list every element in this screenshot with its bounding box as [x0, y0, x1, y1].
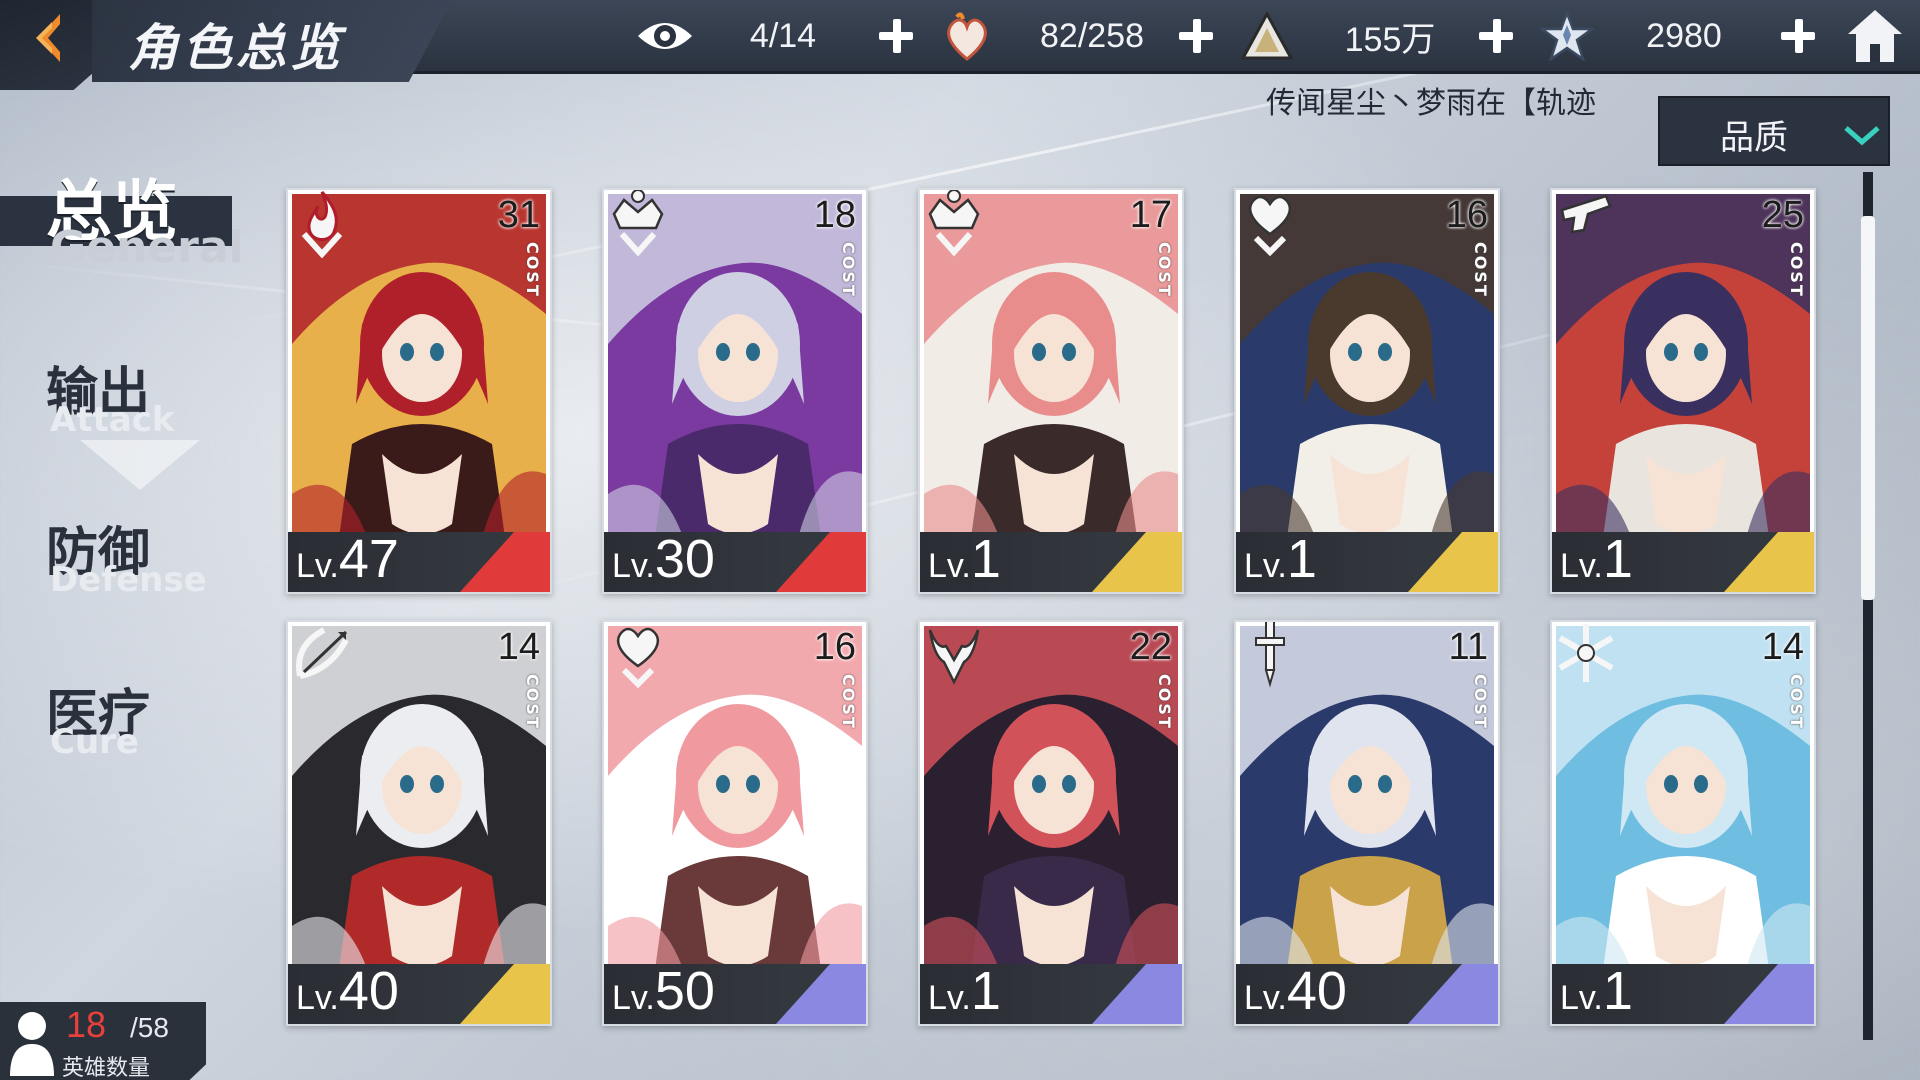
card-level: Lv.30 — [612, 528, 715, 590]
level-number: 40 — [1286, 961, 1347, 1021]
level-bar: Lv.1 — [920, 961, 1182, 1024]
level-bar: Lv.47 — [288, 529, 550, 592]
card-cost: 11 — [1448, 626, 1488, 668]
rarity-stripe — [1724, 964, 1814, 1024]
card-level: Lv.1 — [1560, 960, 1633, 1022]
card-level: Lv.1 — [1560, 528, 1633, 590]
hero-count-current: 18 — [66, 1004, 107, 1045]
character-grid: 31 COST Lv.47 18 COST Lv.30 17 COST Lv.1 16 COST Lv… — [0, 0, 1920, 1080]
level-bar: Lv.40 — [1236, 961, 1498, 1024]
person-icon — [10, 1012, 54, 1076]
level-number: 50 — [654, 961, 715, 1021]
crown-emblem-icon — [928, 190, 980, 257]
level-bar: Lv.40 — [288, 961, 550, 1024]
card-cost-label: COST — [839, 242, 858, 298]
character-card[interactable]: 11 COST Lv.40 — [1234, 620, 1500, 1026]
rarity-stripe — [460, 532, 550, 592]
gun-emblem-icon — [1560, 194, 1612, 234]
card-cost: 18 — [813, 194, 856, 236]
level-number: 1 — [1602, 961, 1633, 1021]
level-prefix: Lv. — [612, 979, 655, 1017]
character-card[interactable]: 17 COST Lv.1 — [918, 188, 1184, 594]
card-cost-label: COST — [1787, 242, 1806, 298]
level-number: 1 — [1602, 529, 1633, 589]
level-prefix: Lv. — [1244, 547, 1287, 585]
character-card[interactable]: 16 COST Lv.50 — [602, 620, 868, 1026]
heart-emblem-icon — [1249, 195, 1291, 257]
heart-emblem-icon — [617, 627, 659, 689]
level-number: 40 — [338, 961, 399, 1021]
character-card[interactable]: 22 COST Lv.1 — [918, 620, 1184, 1026]
card-cost-label: COST — [523, 674, 542, 730]
character-card[interactable]: 18 COST Lv.30 — [602, 188, 868, 594]
snowflake-emblem-icon — [1558, 624, 1614, 682]
level-bar: Lv.1 — [920, 529, 1182, 592]
level-prefix: Lv. — [296, 979, 339, 1017]
rarity-stripe — [1724, 532, 1814, 592]
level-prefix: Lv. — [1244, 979, 1287, 1017]
sword-emblem-icon — [1255, 622, 1285, 688]
character-card[interactable]: 14 COST Lv.40 — [286, 620, 552, 1026]
level-number: 1 — [1286, 529, 1317, 589]
rarity-stripe — [1092, 532, 1182, 592]
card-cost: 22 — [1129, 626, 1172, 668]
card-cost-label: COST — [1155, 674, 1174, 730]
hero-count-max: /58 — [130, 1012, 169, 1043]
hero-count-label: 英雄数量 — [62, 1056, 151, 1080]
level-prefix: Lv. — [928, 979, 971, 1017]
card-level: Lv.47 — [296, 528, 399, 590]
level-bar: Lv.1 — [1552, 529, 1814, 592]
card-cost: 16 — [813, 626, 856, 668]
level-number: 1 — [970, 529, 1001, 589]
card-cost-label: COST — [1471, 242, 1490, 298]
character-card[interactable]: 16 COST Lv.1 — [1234, 188, 1500, 594]
rarity-stripe — [460, 964, 550, 1024]
card-cost-label: COST — [1155, 242, 1174, 298]
character-card[interactable]: 31 COST Lv.47 — [286, 188, 552, 594]
level-prefix: Lv. — [1560, 979, 1603, 1017]
card-level: Lv.1 — [1244, 528, 1317, 590]
level-number: 1 — [970, 961, 1001, 1021]
character-card[interactable]: 14 COST Lv.1 — [1550, 620, 1816, 1026]
character-card[interactable]: 25 COST Lv.1 — [1550, 188, 1816, 594]
card-cost-label: COST — [523, 242, 542, 298]
level-bar: Lv.50 — [604, 961, 866, 1024]
card-cost-label: COST — [1787, 674, 1806, 730]
crown-emblem-icon — [612, 190, 664, 257]
rarity-stripe — [1408, 964, 1498, 1024]
card-cost: 31 — [497, 194, 540, 236]
level-prefix: Lv. — [612, 547, 655, 585]
level-number: 30 — [654, 529, 715, 589]
bow-emblem-icon — [296, 627, 349, 679]
card-level: Lv.40 — [296, 960, 399, 1022]
level-prefix: Lv. — [928, 547, 971, 585]
rarity-stripe — [1408, 532, 1498, 592]
hero-count-panel: 18 /58 英雄数量 — [0, 1002, 206, 1080]
level-number: 47 — [338, 529, 399, 589]
level-prefix: Lv. — [296, 547, 339, 585]
card-cost-label: COST — [1471, 674, 1490, 730]
demon-emblem-icon — [928, 629, 980, 685]
card-cost-label: COST — [839, 674, 858, 730]
level-bar: Lv.1 — [1552, 961, 1814, 1024]
level-bar: Lv.30 — [604, 529, 866, 592]
card-cost: 14 — [497, 626, 540, 668]
level-prefix: Lv. — [1560, 547, 1603, 585]
rarity-stripe — [1092, 964, 1182, 1024]
card-cost: 14 — [1761, 626, 1804, 668]
card-level: Lv.40 — [1244, 960, 1347, 1022]
card-cost: 17 — [1129, 194, 1172, 236]
card-cost: 16 — [1445, 194, 1488, 236]
rarity-stripe — [776, 964, 866, 1024]
card-cost: 25 — [1761, 194, 1804, 236]
level-bar: Lv.1 — [1236, 529, 1498, 592]
rarity-stripe — [776, 532, 866, 592]
card-level: Lv.1 — [928, 960, 1001, 1022]
card-level: Lv.50 — [612, 960, 715, 1022]
card-level: Lv.1 — [928, 528, 1001, 590]
flame-emblem-icon — [301, 191, 343, 258]
